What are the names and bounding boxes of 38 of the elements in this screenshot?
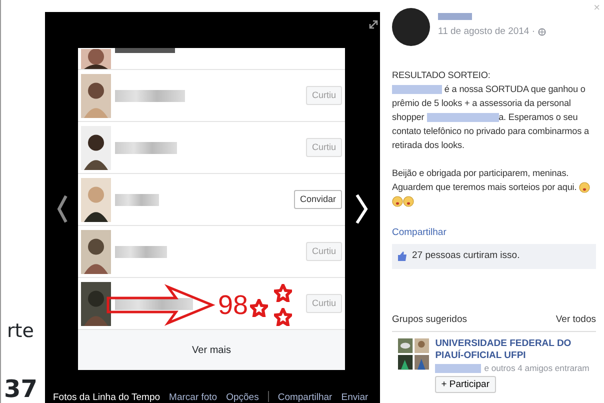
photo-action-link[interactable]: Opções [226, 392, 259, 403]
group-members-text: e outros 4 amigos entraram [484, 362, 590, 375]
redacted-name [115, 194, 159, 206]
section-title: Grupos sugeridos [392, 312, 467, 326]
emoji-icon [392, 196, 403, 208]
group-name-link[interactable]: UNIVERSIDADE FEDERAL DO PIAUÍ-OFICIAL UFPI [435, 338, 596, 362]
redacted-name [115, 142, 177, 154]
expand-icon[interactable] [369, 20, 378, 28]
photo-action-link[interactable]: Marcar foto [169, 392, 218, 403]
post-text: Beijão e obrigada por participarem, meninas. Aguardem que teremos mais sorteios por aqui. [392, 166, 596, 208]
number-text: 37 [4, 377, 38, 401]
photo-action-link[interactable]: Enviar [341, 392, 368, 403]
see-all-link[interactable]: Ver todos [556, 312, 596, 327]
redacted-name [435, 364, 482, 373]
star-icon [274, 284, 292, 302]
album-title[interactable]: Fotos da Linha do Tempo [53, 392, 160, 403]
share-link[interactable]: Compartilhar [392, 226, 596, 240]
avatar [392, 8, 430, 46]
redacted-name [115, 90, 185, 102]
text-fragment: rte [7, 322, 35, 341]
join-button[interactable]: + Participar [435, 376, 496, 394]
redacted-name [115, 48, 175, 53]
like-icon [397, 251, 407, 262]
redacted-name [438, 13, 472, 20]
likes-text: 27 pessoas curtiram isso. [412, 249, 520, 264]
post-text: RESULTADO SORTEIO: é a nossa SORTUDA que ganhou o prêmio de 5 looks + a assessoria da personal shopper a. Esperamos o seu contato telefônico no privado para combinarmos a retirada dos looks. [392, 69, 590, 152]
invite-button[interactable]: Convidar [294, 190, 342, 209]
emoji-icon [579, 182, 590, 194]
annotation-number: 98 [218, 292, 248, 318]
globe-icon [538, 28, 546, 36]
star-icon [250, 299, 268, 317]
photo-action-link[interactable]: Compartilhar [278, 392, 332, 403]
star-icon [274, 308, 292, 326]
see-more-link[interactable]: Ver mais [192, 342, 231, 358]
redacted-name [115, 246, 167, 258]
post-date: 11 de agosto de 2014 · [438, 25, 536, 39]
emoji-icon [403, 196, 414, 208]
people-link[interactable]: 27 pessoas [412, 250, 461, 262]
